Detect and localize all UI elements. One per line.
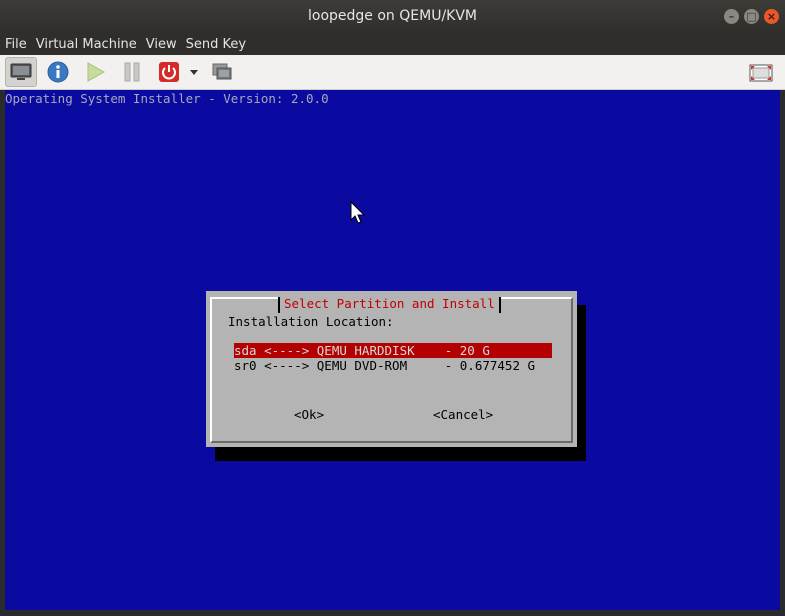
menubar: File Virtual Machine View Send Key (0, 33, 785, 55)
window-title: loopedge on QEMU/KVM (308, 8, 477, 24)
menu-send-key[interactable]: Send Key (181, 37, 250, 52)
console-button[interactable] (5, 57, 37, 87)
dialog-title: Select Partition and Install (278, 297, 501, 313)
window-titlebar: loopedge on QEMU/KVM – □ × (0, 0, 785, 33)
power-icon (159, 62, 179, 82)
pause-button[interactable] (116, 57, 148, 87)
vm-console-screen[interactable]: Operating System Installer - Version: 2.… (5, 90, 780, 610)
close-button[interactable]: × (764, 9, 779, 24)
partition-option-sda[interactable]: sda <----> QEMU HARDDISK - 20 G (234, 343, 552, 358)
window-controls: – □ × (724, 9, 779, 24)
snapshot-icon (212, 63, 232, 80)
partition-list[interactable]: sda <----> QEMU HARDDISK - 20 G sr0 <---… (230, 343, 556, 383)
dialog-frame: Select Partition and Install Installatio… (210, 297, 573, 443)
play-icon (87, 62, 106, 82)
shutdown-button[interactable] (153, 57, 185, 87)
menu-file[interactable]: File (0, 37, 31, 52)
fullscreen-icon (749, 64, 773, 82)
menu-virtual-machine[interactable]: Virtual Machine (31, 37, 141, 52)
pause-icon (124, 62, 140, 82)
fullscreen-button[interactable] (745, 58, 777, 88)
partition-dialog: Select Partition and Install Installatio… (206, 291, 577, 447)
monitor-icon (10, 63, 32, 80)
run-button[interactable] (79, 57, 111, 87)
menu-view[interactable]: View (141, 37, 181, 52)
dropdown-arrow-icon (190, 70, 198, 75)
partition-option-sr0[interactable]: sr0 <----> QEMU DVD-ROM - 0.677452 G (234, 358, 535, 373)
mouse-pointer-icon (350, 201, 366, 224)
details-button[interactable] (42, 57, 74, 87)
installation-location-label: Installation Location: (228, 314, 394, 329)
maximize-button[interactable]: □ (744, 9, 759, 24)
shutdown-menu-button[interactable] (187, 57, 201, 87)
ok-button[interactable]: <Ok> (294, 407, 324, 422)
minimize-button[interactable]: – (724, 9, 739, 24)
info-icon (47, 61, 69, 83)
snapshots-button[interactable] (206, 57, 238, 87)
installer-header: Operating System Installer - Version: 2.… (5, 91, 329, 106)
cancel-button[interactable]: <Cancel> (433, 407, 493, 422)
toolbar (0, 55, 785, 90)
